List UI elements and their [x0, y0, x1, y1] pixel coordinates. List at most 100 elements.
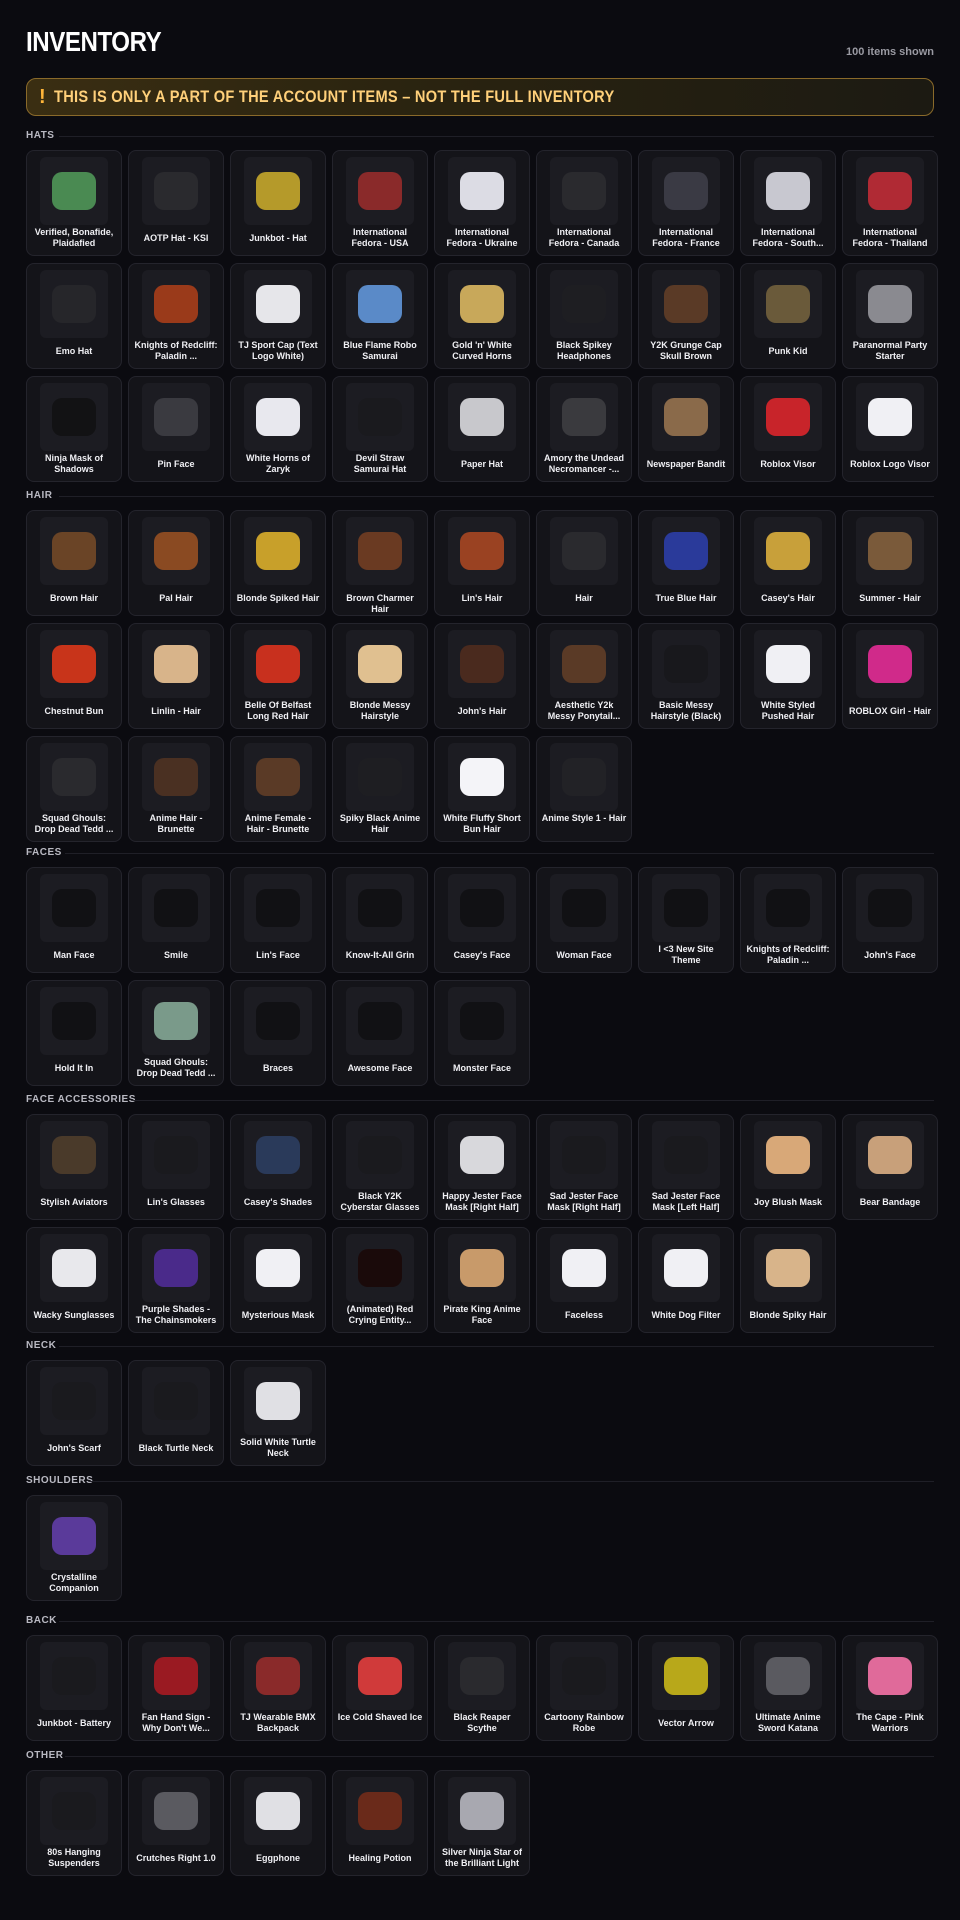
item-card[interactable]: Brown Charmer Hair — [332, 510, 428, 616]
item-card[interactable]: Wacky Sunglasses — [26, 1227, 122, 1333]
item-card[interactable]: Junkbot - Hat — [230, 150, 326, 256]
item-card[interactable]: Ninja Mask of Shadows — [26, 376, 122, 482]
item-card[interactable]: Anime Hair - Brunette — [128, 736, 224, 842]
item-card[interactable]: TJ Wearable BMX Backpack — [230, 1635, 326, 1741]
item-card[interactable]: Emo Hat — [26, 263, 122, 369]
item-card[interactable]: Black Reaper Scythe — [434, 1635, 530, 1741]
item-card[interactable]: John's Hair — [434, 623, 530, 729]
item-card[interactable]: Gold 'n' White Curved Horns — [434, 263, 530, 369]
item-card[interactable]: Pirate King Anime Face — [434, 1227, 530, 1333]
item-card[interactable]: Vector Arrow — [638, 1635, 734, 1741]
item-card[interactable]: (Animated) Red Crying Entity... — [332, 1227, 428, 1333]
item-card[interactable]: Casey's Hair — [740, 510, 836, 616]
item-card[interactable]: Mysterious Mask — [230, 1227, 326, 1333]
item-card[interactable]: Lin's Glasses — [128, 1114, 224, 1220]
item-card[interactable]: Blonde Spiked Hair — [230, 510, 326, 616]
item-card[interactable]: Junkbot - Battery — [26, 1635, 122, 1741]
item-card[interactable]: Squad Ghouls: Drop Dead Tedd ... — [128, 980, 224, 1086]
item-card[interactable]: Lin's Face — [230, 867, 326, 973]
item-card[interactable]: Hold It In — [26, 980, 122, 1086]
item-card[interactable]: Silver Ninja Star of the Brilliant Light — [434, 1770, 530, 1876]
item-card[interactable]: Chestnut Bun — [26, 623, 122, 729]
item-card[interactable]: White Fluffy Short Bun Hair — [434, 736, 530, 842]
item-card[interactable]: Knights of Redcliff: Paladin ... — [128, 263, 224, 369]
item-card[interactable]: Ice Cold Shaved Ice — [332, 1635, 428, 1741]
item-card[interactable]: Blue Flame Robo Samurai — [332, 263, 428, 369]
item-card[interactable]: Roblox Visor — [740, 376, 836, 482]
item-card[interactable]: Smile — [128, 867, 224, 973]
item-card[interactable]: Casey's Shades — [230, 1114, 326, 1220]
item-card[interactable]: Cartoony Rainbow Robe — [536, 1635, 632, 1741]
item-card[interactable]: Happy Jester Face Mask [Right Half] — [434, 1114, 530, 1220]
item-card[interactable]: Black Turtle Neck — [128, 1360, 224, 1466]
item-card[interactable]: True Blue Hair — [638, 510, 734, 616]
item-card[interactable]: John's Scarf — [26, 1360, 122, 1466]
item-card[interactable]: Y2K Grunge Cap Skull Brown — [638, 263, 734, 369]
item-card[interactable]: Bear Bandage — [842, 1114, 938, 1220]
item-card[interactable]: Aesthetic Y2k Messy Ponytail... — [536, 623, 632, 729]
item-card[interactable]: Lin's Hair — [434, 510, 530, 616]
item-card[interactable]: Linlin - Hair — [128, 623, 224, 729]
item-card[interactable]: Brown Hair — [26, 510, 122, 616]
item-card[interactable]: Know-It-All Grin — [332, 867, 428, 973]
item-card[interactable]: International Fedora - Ukraine — [434, 150, 530, 256]
item-card[interactable]: Paranormal Party Starter — [842, 263, 938, 369]
item-card[interactable]: Monster Face — [434, 980, 530, 1086]
item-card[interactable]: Man Face — [26, 867, 122, 973]
item-card[interactable]: Crutches Right 1.0 — [128, 1770, 224, 1876]
item-card[interactable]: Verified, Bonafide, Plaidafied — [26, 150, 122, 256]
item-card[interactable]: White Horns of Zaryk — [230, 376, 326, 482]
item-card[interactable]: Pal Hair — [128, 510, 224, 616]
item-card[interactable]: Newspaper Bandit — [638, 376, 734, 482]
item-card[interactable]: Ultimate Anime Sword Katana — [740, 1635, 836, 1741]
item-card[interactable]: Paper Hat — [434, 376, 530, 482]
item-card[interactable]: Blonde Messy Hairstyle — [332, 623, 428, 729]
item-card[interactable]: Casey's Face — [434, 867, 530, 973]
item-card[interactable]: John's Face — [842, 867, 938, 973]
item-card[interactable]: Faceless — [536, 1227, 632, 1333]
item-card[interactable]: Eggphone — [230, 1770, 326, 1876]
item-card[interactable]: Crystalline Companion — [26, 1495, 122, 1601]
item-card[interactable]: Black Y2K Cyberstar Glasses — [332, 1114, 428, 1220]
item-card[interactable]: Healing Potion — [332, 1770, 428, 1876]
item-card[interactable]: Amory the Undead Necromancer -... — [536, 376, 632, 482]
item-card[interactable]: Hair — [536, 510, 632, 616]
item-card[interactable]: White Styled Pushed Hair — [740, 623, 836, 729]
item-card[interactable]: AOTP Hat - KSI — [128, 150, 224, 256]
item-card[interactable]: International Fedora - Thailand — [842, 150, 938, 256]
item-card[interactable]: ROBLOX Girl - Hair — [842, 623, 938, 729]
item-card[interactable]: Braces — [230, 980, 326, 1086]
item-card[interactable]: Roblox Logo Visor — [842, 376, 938, 482]
item-card[interactable]: International Fedora - South... — [740, 150, 836, 256]
item-card[interactable]: Purple Shades - The Chainsmokers — [128, 1227, 224, 1333]
item-card[interactable]: Sad Jester Face Mask [Left Half] — [638, 1114, 734, 1220]
item-card[interactable]: I <3 New Site Theme — [638, 867, 734, 973]
item-card[interactable]: White Dog Filter — [638, 1227, 734, 1333]
item-card[interactable]: International Fedora - USA — [332, 150, 428, 256]
item-card[interactable]: Spiky Black Anime Hair — [332, 736, 428, 842]
item-card[interactable]: Devil Straw Samurai Hat — [332, 376, 428, 482]
item-card[interactable]: Fan Hand Sign - Why Don't We... — [128, 1635, 224, 1741]
item-card[interactable]: Knights of Redcliff: Paladin ... — [740, 867, 836, 973]
item-card[interactable]: Woman Face — [536, 867, 632, 973]
item-card[interactable]: Anime Female - Hair - Brunette — [230, 736, 326, 842]
item-card[interactable]: Joy Blush Mask — [740, 1114, 836, 1220]
item-card[interactable]: The Cape - Pink Warriors — [842, 1635, 938, 1741]
item-card[interactable]: Belle Of Belfast Long Red Hair — [230, 623, 326, 729]
item-card[interactable]: Awesome Face — [332, 980, 428, 1086]
item-card[interactable]: Sad Jester Face Mask [Right Half] — [536, 1114, 632, 1220]
item-card[interactable]: TJ Sport Cap (Text Logo White) — [230, 263, 326, 369]
item-card[interactable]: Squad Ghouls: Drop Dead Tedd ... — [26, 736, 122, 842]
item-card[interactable]: Pin Face — [128, 376, 224, 482]
item-card[interactable]: Stylish Aviators — [26, 1114, 122, 1220]
item-card[interactable]: Blonde Spiky Hair — [740, 1227, 836, 1333]
item-card[interactable]: International Fedora - France — [638, 150, 734, 256]
item-card[interactable]: 80s Hanging Suspenders — [26, 1770, 122, 1876]
item-card[interactable]: Solid White Turtle Neck — [230, 1360, 326, 1466]
item-card[interactable]: Summer - Hair — [842, 510, 938, 616]
item-card[interactable]: Punk Kid — [740, 263, 836, 369]
item-card[interactable]: Basic Messy Hairstyle (Black) — [638, 623, 734, 729]
item-card[interactable]: Anime Style 1 - Hair — [536, 736, 632, 842]
item-card[interactable]: Black Spikey Headphones — [536, 263, 632, 369]
item-card[interactable]: International Fedora - Canada — [536, 150, 632, 256]
